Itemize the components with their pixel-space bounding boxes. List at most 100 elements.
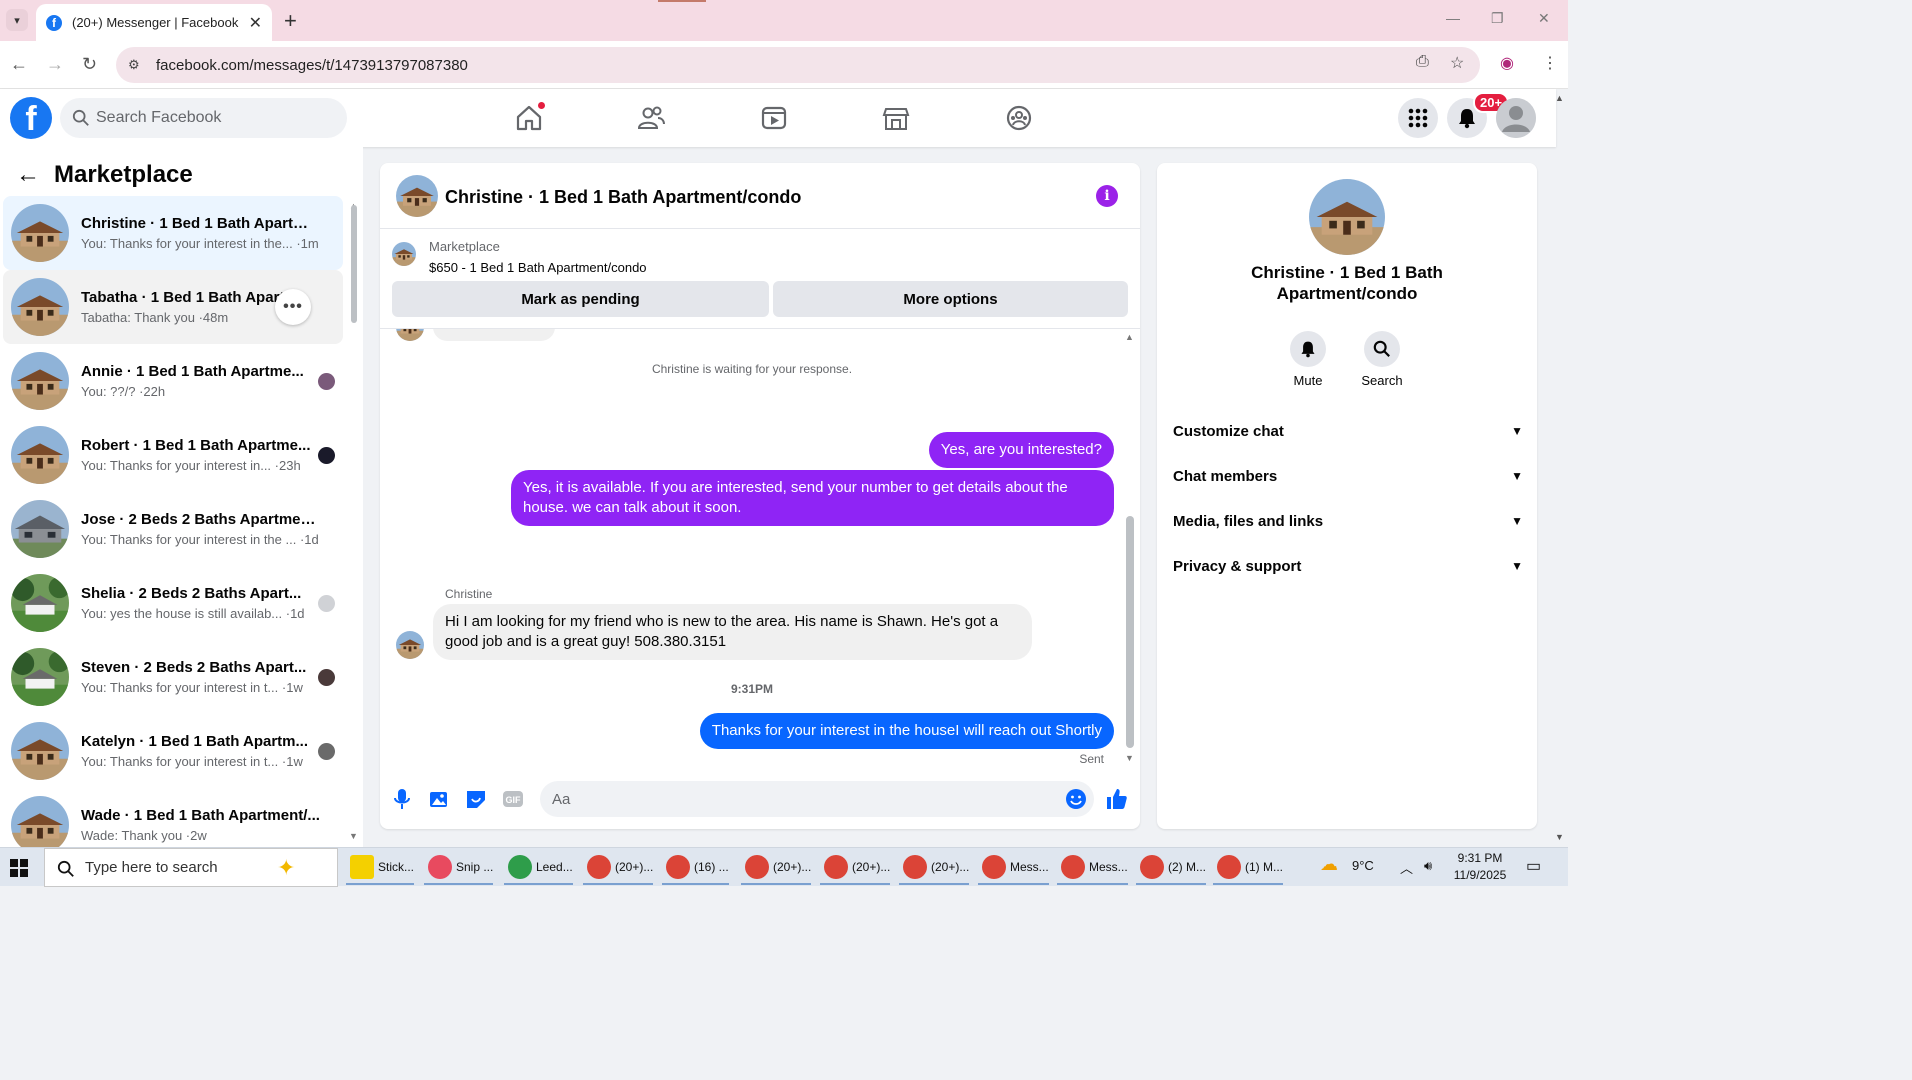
taskbar-app-label: (20+)... (615, 860, 654, 874)
chat-title[interactable]: Christine · 1 Bed 1 Bath Apartment/condo (445, 187, 801, 208)
row-label: Chat members (1173, 467, 1278, 485)
mute-action[interactable]: Mute (1278, 331, 1338, 388)
reload-button[interactable]: ↻ (82, 54, 97, 75)
chat-members-row[interactable]: Chat members ▼ (1173, 456, 1523, 496)
row-label: Customize chat (1173, 422, 1284, 440)
listing-price[interactable]: $650 - 1 Bed 1 Bath Apartment/condo (429, 260, 647, 275)
taskbar-app-chrome[interactable]: Mess... (1057, 851, 1128, 885)
taskbar-app-snip[interactable]: Snip ... (424, 851, 494, 885)
photo-icon[interactable] (427, 787, 451, 811)
taskbar-app-chrome[interactable]: (20+)... (583, 851, 654, 885)
more-options-button[interactable]: More options (773, 281, 1128, 317)
conversation-item[interactable]: Jose · 2 Beds 2 Baths Apartment... You: T… (3, 492, 343, 566)
url-input[interactable]: ⚙ facebook.com/messages/t/14739137970873… (116, 47, 1480, 83)
conversation-item[interactable]: Katelyn · 1 Bed 1 Bath Apartm... You: Tha… (3, 714, 343, 788)
tab-list-button[interactable]: ▾ (6, 9, 28, 31)
taskbar-app-chrome[interactable]: (20+)... (820, 851, 891, 885)
more-options-icon[interactable]: ••• (275, 289, 311, 325)
browser-tab-active[interactable]: f (20+) Messenger | Facebook ✕ (36, 4, 272, 41)
facebook-favicon-icon: f (46, 14, 62, 31)
conversation-item[interactable]: Tabatha · 1 Bed 1 Bath Apartm... Tabatha:… (3, 270, 343, 344)
taskbar-clock[interactable]: 9:31 PM 11/9/2025 (1450, 850, 1510, 884)
taskbar-app-label: Mess... (1010, 860, 1049, 874)
page-scroll-down-icon[interactable]: ▼ (1555, 832, 1564, 842)
forward-button[interactable]: → (46, 54, 64, 75)
search-action[interactable]: Search (1352, 331, 1412, 388)
taskbar-app-sticky-notes[interactable]: Stick... (346, 851, 415, 885)
account-avatar[interactable] (1496, 98, 1536, 138)
outgoing-message[interactable]: Yes, are you interested? (928, 432, 1114, 468)
media-files-links-row[interactable]: Media, files and links ▼ (1173, 501, 1523, 541)
scroll-down-arrow-icon[interactable]: ▼ (349, 831, 358, 841)
friends-icon[interactable] (636, 103, 666, 133)
taskbar-app-chrome[interactable]: Mess... (978, 851, 1049, 885)
emoji-icon[interactable] (1064, 787, 1088, 811)
outgoing-message[interactable]: Thanks for your interest in the houseI w… (699, 713, 1114, 749)
volume-icon[interactable]: 🔊︎ (1424, 858, 1432, 874)
back-button[interactable]: ← (10, 54, 28, 75)
browser-menu-icon[interactable]: ⋮ (1542, 53, 1558, 73)
gif-icon[interactable]: GIF (501, 787, 525, 811)
close-window-button[interactable]: ✕ (1538, 10, 1550, 27)
info-icon[interactable]: i (1096, 185, 1118, 207)
row-label: Media, files and links (1173, 512, 1324, 530)
taskbar-app-chrome[interactable]: (16) ... (662, 851, 729, 885)
conversation-item[interactable]: Robert · 1 Bed 1 Bath Apartme... You: Tha… (3, 418, 343, 492)
facebook-search-input[interactable]: Search Facebook (60, 98, 347, 138)
tab-close-icon[interactable]: ✕ (249, 13, 262, 33)
message-scrollbar[interactable] (1126, 516, 1134, 748)
conversation-scrollbar[interactable] (351, 205, 357, 323)
restore-button[interactable]: ❐ (1491, 10, 1504, 27)
taskbar-app-chrome[interactable]: (20+)... (741, 851, 812, 885)
conversation-name: Wade · 1 Bed 1 Bath Apartment/... (81, 807, 320, 824)
outgoing-message[interactable]: Yes, it is available. If you are interes… (511, 470, 1114, 526)
scroll-down-arrow-icon[interactable]: ▼ (1125, 753, 1134, 763)
facebook-logo[interactable]: f (10, 97, 52, 139)
marketplace-icon[interactable] (881, 103, 911, 133)
profile-avatar[interactable] (1309, 179, 1385, 255)
search-placeholder: Search Facebook (96, 109, 222, 126)
incoming-message[interactable]: Hi I am looking for my friend who is new… (433, 604, 1032, 660)
install-app-icon[interactable]: ⎙ (1416, 53, 1429, 71)
profile-icon[interactable]: ◉ (1500, 53, 1514, 73)
taskbar-app-chrome[interactable]: (2) M... (1136, 851, 1206, 885)
site-info-icon[interactable]: ⚙ (128, 57, 144, 73)
taskbar-app-chrome[interactable]: (20+)... (899, 851, 970, 885)
customize-chat-row[interactable]: Customize chat ▼ (1173, 411, 1523, 451)
thumbs-up-icon[interactable] (1105, 787, 1129, 811)
windows-start-icon[interactable] (10, 859, 28, 877)
mark-as-pending-button[interactable]: Mark as pending (392, 281, 769, 317)
sticker-icon[interactable] (464, 787, 488, 811)
chrome-icon (587, 855, 611, 879)
new-tab-button[interactable]: + (284, 8, 297, 34)
taskbar-app-chrome[interactable]: Leed... (504, 851, 573, 885)
bookmark-star-icon[interactable]: ☆ (1450, 53, 1464, 73)
conversation-item[interactable]: Annie · 1 Bed 1 Bath Apartme... You: ??/?… (3, 344, 343, 418)
microphone-icon[interactable] (390, 787, 414, 811)
watch-icon[interactable] (759, 103, 789, 133)
mute-bell-icon[interactable] (1290, 331, 1326, 367)
chat-avatar[interactable] (396, 175, 438, 217)
conversation-preview: You: yes the house is still availab... ·… (81, 606, 305, 621)
groups-icon[interactable] (1004, 103, 1034, 133)
search-icon[interactable] (1364, 331, 1400, 367)
notification-center-icon[interactable]: ▭ (1526, 856, 1541, 876)
weather-icon[interactable]: ☁ (1320, 854, 1338, 875)
tray-chevron-up-icon[interactable]: ︿ (1400, 858, 1413, 877)
scroll-up-arrow-icon[interactable]: ▲ (1125, 332, 1134, 342)
privacy-support-row[interactable]: Privacy & support ▼ (1173, 546, 1523, 586)
taskbar-search-input[interactable]: Type here to search ✦ (44, 848, 338, 887)
message-input[interactable]: Aa (540, 781, 1094, 817)
menu-grid-icon[interactable] (1398, 98, 1438, 138)
weather-temp[interactable]: 9°C (1352, 858, 1374, 873)
chrome-icon (666, 855, 690, 879)
chrome-icon (1140, 855, 1164, 879)
minimize-button[interactable]: — (1446, 10, 1460, 26)
search-icon (72, 109, 89, 126)
page-scroll-up-icon[interactable]: ▲ (1555, 93, 1564, 103)
back-arrow-icon[interactable]: ← (16, 161, 40, 189)
conversation-item[interactable]: Christine · 1 Bed 1 Bath Apartme... You: … (3, 196, 343, 270)
conversation-item[interactable]: Shelia · 2 Beds 2 Baths Apart... You: yes… (3, 566, 343, 640)
taskbar-app-chrome[interactable]: (1) M... (1213, 851, 1283, 885)
conversation-item[interactable]: Steven · 2 Beds 2 Baths Apart... You: Tha… (3, 640, 343, 714)
